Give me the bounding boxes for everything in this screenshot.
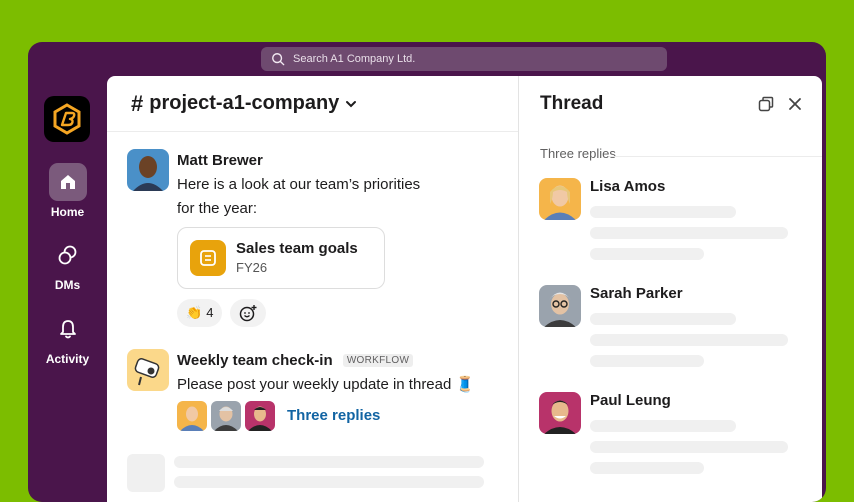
search-placeholder: Search A1 Company Ltd. bbox=[293, 53, 416, 65]
dms-icon bbox=[49, 236, 87, 274]
loading-placeholder bbox=[590, 248, 704, 260]
message: Matt Brewer Here is a look at our team’s… bbox=[127, 149, 420, 327]
main-content: # project-a1-company Matt Brewer Here is bbox=[107, 76, 822, 502]
workflow-badge: WORKFLOW bbox=[342, 354, 414, 367]
file-card[interactable]: Sales team goals FY26 bbox=[177, 227, 385, 289]
open-in-window-icon[interactable] bbox=[758, 96, 774, 112]
loading-placeholder bbox=[590, 355, 704, 367]
rail-item-activity[interactable]: Activity bbox=[28, 310, 107, 366]
avatar bbox=[177, 401, 207, 431]
message: Weekly team check-in WORKFLOW Please pos… bbox=[127, 349, 474, 431]
avatar[interactable] bbox=[539, 285, 581, 327]
loading-placeholder bbox=[590, 334, 788, 346]
hash-icon: # bbox=[131, 90, 144, 116]
avatar[interactable] bbox=[539, 392, 581, 434]
loading-placeholder bbox=[590, 462, 704, 474]
message-text: for the year: bbox=[177, 200, 258, 217]
avatar[interactable] bbox=[127, 149, 169, 191]
left-rail: Home DMs Activity bbox=[28, 76, 107, 502]
loading-placeholder bbox=[590, 441, 788, 453]
avatar bbox=[211, 401, 241, 431]
thread-header: Thread bbox=[519, 76, 822, 131]
rail-label-home: Home bbox=[50, 205, 85, 219]
loading-placeholder bbox=[590, 313, 736, 325]
channel-name: project-a1-company bbox=[149, 92, 340, 114]
file-title: Sales team goals bbox=[236, 240, 358, 257]
loading-placeholder bbox=[127, 454, 165, 492]
rail-item-home[interactable]: Home bbox=[28, 163, 107, 219]
loading-placeholder bbox=[590, 420, 736, 432]
add-emoji-icon bbox=[240, 305, 257, 322]
channel-header[interactable]: # project-a1-company bbox=[107, 76, 518, 132]
app-window: Search A1 Company Ltd. Home DMs Activity… bbox=[28, 42, 826, 502]
thread-pane: Thread Three replies Lisa Amos Sarah Par… bbox=[519, 76, 822, 502]
loading-placeholder bbox=[174, 456, 484, 468]
thread-replies-count: Three replies bbox=[540, 146, 616, 161]
message-author[interactable]: Weekly team check-in bbox=[177, 352, 333, 369]
loading-placeholder bbox=[590, 206, 736, 218]
avatar bbox=[245, 401, 275, 431]
thread-replies-link[interactable]: Three replies bbox=[287, 404, 380, 428]
message-text: Here is a look at our team’s priorities bbox=[177, 176, 421, 193]
chevron-down-icon bbox=[346, 100, 357, 107]
search-bar[interactable]: Search A1 Company Ltd. bbox=[261, 47, 667, 71]
loading-placeholder bbox=[590, 227, 788, 239]
list-doc-icon bbox=[190, 240, 226, 276]
thread-summary[interactable]: Three replies bbox=[177, 401, 474, 431]
message-author[interactable]: Matt Brewer bbox=[177, 149, 420, 173]
reply-author[interactable]: Lisa Amos bbox=[590, 178, 665, 195]
workspace-logo[interactable] bbox=[44, 96, 90, 142]
home-icon bbox=[48, 163, 87, 201]
reply-author[interactable]: Paul Leung bbox=[590, 392, 671, 409]
message-text: Please post your weekly update in thread… bbox=[177, 376, 475, 393]
clap-emoji-icon: 👏 bbox=[186, 305, 203, 320]
thread-title: Thread bbox=[540, 92, 604, 114]
divider bbox=[609, 156, 822, 157]
rail-label-activity: Activity bbox=[45, 352, 90, 366]
loading-placeholder bbox=[174, 476, 484, 488]
reply-author[interactable]: Sarah Parker bbox=[590, 285, 683, 302]
channel-pane: # project-a1-company Matt Brewer Here is bbox=[107, 76, 519, 502]
workspace-logo-icon bbox=[53, 103, 81, 135]
close-icon[interactable] bbox=[788, 97, 802, 111]
reaction-count: 4 bbox=[206, 305, 214, 320]
workflow-avatar[interactable] bbox=[127, 349, 169, 391]
search-icon bbox=[272, 53, 285, 66]
bell-icon bbox=[49, 310, 87, 348]
avatar[interactable] bbox=[539, 178, 581, 220]
rail-label-dms: DMs bbox=[54, 278, 81, 292]
file-subtitle: FY26 bbox=[236, 260, 268, 275]
reaction-clap[interactable]: 👏 4 bbox=[177, 299, 223, 327]
add-reaction-button[interactable] bbox=[230, 299, 267, 327]
rail-item-dms[interactable]: DMs bbox=[28, 236, 107, 292]
